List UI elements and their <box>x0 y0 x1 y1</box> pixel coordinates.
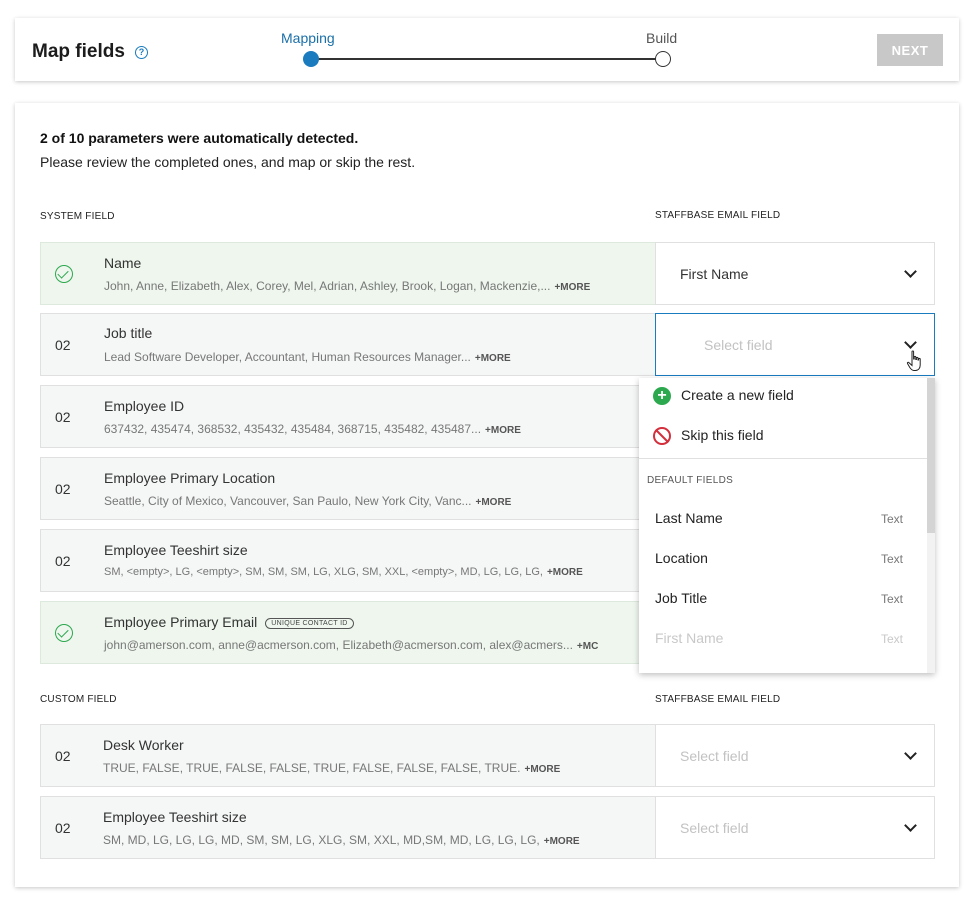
field-select-custom-teeshirt[interactable]: Select field <box>655 796 935 859</box>
option-label: Job Title <box>655 590 708 606</box>
field-title: Employee Teeshirt size <box>104 542 248 558</box>
sample-values: Lead Software Developer, Accountant, Hum… <box>104 350 511 364</box>
dropdown-option-location[interactable]: Location Text <box>639 538 927 578</box>
field-title: Employee Primary Location <box>104 470 276 486</box>
staffbase-field-header: STAFFBASE EMAIL FIELD <box>655 210 781 221</box>
field-row-name: Name John, Anne, Elizabeth, Alex, Corey,… <box>40 242 665 305</box>
row-number: 02 <box>55 481 71 497</box>
option-type: Text <box>880 592 903 606</box>
field-select-name[interactable]: First Name <box>655 242 935 305</box>
sample-values: John, Anne, Elizabeth, Alex, Corey, Mel,… <box>104 279 591 293</box>
selected-field: First Name <box>680 266 749 282</box>
dropdown-option-first-name: First Name Text <box>639 618 927 658</box>
field-title: Desk Worker <box>103 737 184 753</box>
field-title: Job title <box>104 325 153 341</box>
dropdown-option-last-name[interactable]: Last Name Text <box>639 498 927 538</box>
chevron-down-icon[interactable] <box>904 819 917 832</box>
row-number: 02 <box>55 748 71 764</box>
field-row-primary-location: 02 Employee Primary Location Seattle, Ci… <box>40 457 665 520</box>
field-row-job-title: 02 Job title Lead Software Developer, Ac… <box>40 313 665 376</box>
field-placeholder: Select field <box>704 337 773 353</box>
sample-values: john@amerson.com, anne@acmerson.com, Eli… <box>104 638 599 652</box>
more-link[interactable]: +MORE <box>476 497 512 508</box>
field-title: Employee ID <box>104 398 185 414</box>
help-icon[interactable]: ? <box>135 46 148 59</box>
field-row-primary-email: Employee Primary Email UNIQUE CONTACT ID … <box>40 601 665 664</box>
default-fields-header: DEFAULT FIELDS <box>647 475 734 486</box>
option-type: Text <box>880 512 903 526</box>
sample-values: TRUE, FALSE, TRUE, FALSE, FALSE, TRUE, F… <box>103 761 561 775</box>
chevron-down-icon[interactable] <box>904 747 917 760</box>
row-number: 02 <box>55 409 71 425</box>
field-title: Employee Teeshirt size <box>103 809 247 825</box>
plus-circle-icon: + <box>653 387 671 406</box>
step-build-dot[interactable] <box>655 51 671 67</box>
field-row-employee-id: 02 Employee ID 637432, 435474, 368532, 4… <box>40 385 665 448</box>
detection-summary: 2 of 10 parameters were automatically de… <box>40 130 359 146</box>
row-number: 02 <box>55 337 71 353</box>
skip-field-option[interactable]: Skip this field <box>653 427 763 446</box>
field-row-desk-worker: 02 Desk Worker TRUE, FALSE, TRUE, FALSE,… <box>40 724 665 787</box>
sample-values: SM, MD, LG, LG, LG, MD, SM, SM, LG, XLG,… <box>103 833 580 847</box>
sample-values: SM, <empty>, LG, <empty>, SM, SM, SM, LG… <box>104 566 583 578</box>
sample-values: 637432, 435474, 368532, 435432, 435484, … <box>104 422 521 436</box>
field-placeholder: Select field <box>680 820 749 836</box>
field-select-desk-worker[interactable]: Select field <box>655 724 935 787</box>
block-icon <box>653 427 671 446</box>
option-type: Text <box>880 552 903 566</box>
field-dropdown-menu: + Create a new field Skip this field DEFA… <box>639 378 935 673</box>
field-row-teeshirt-size: 02 Employee Teeshirt size SM, <empty>, L… <box>40 529 665 592</box>
check-circle-icon <box>55 265 73 283</box>
more-link[interactable]: +MORE <box>524 764 560 775</box>
option-label: Location <box>655 550 708 566</box>
more-link[interactable]: +MORE <box>485 425 521 436</box>
dropdown-divider <box>639 458 927 459</box>
field-placeholder: Select field <box>680 748 749 764</box>
option-label: Last Name <box>655 510 723 526</box>
more-link[interactable]: +MORE <box>544 836 580 847</box>
row-number: 02 <box>55 553 71 569</box>
stepper-line <box>311 58 663 60</box>
scrollbar-thumb[interactable] <box>927 378 935 533</box>
dropdown-option-job-title[interactable]: Job Title Text <box>639 578 927 618</box>
option-type: Text <box>880 632 903 646</box>
more-link[interactable]: +MORE <box>475 353 511 364</box>
chevron-down-icon[interactable] <box>904 336 917 349</box>
hand-pointer-icon <box>906 350 921 371</box>
dropdown-scrollbar[interactable] <box>927 378 935 673</box>
field-title: Employee Primary Email UNIQUE CONTACT ID <box>104 614 354 630</box>
header-bar: Map fields ? Mapping Build NEXT <box>15 18 959 81</box>
check-circle-icon <box>55 624 73 642</box>
sample-values: Seattle, City of Mexico, Vancouver, San … <box>104 494 512 508</box>
row-number: 02 <box>55 820 71 836</box>
step-build-label[interactable]: Build <box>646 30 677 46</box>
option-label: First Name <box>655 630 724 646</box>
create-new-field-option[interactable]: + Create a new field <box>653 387 794 406</box>
next-button[interactable]: NEXT <box>877 34 943 66</box>
unique-contact-badge: UNIQUE CONTACT ID <box>265 618 354 629</box>
page-title: Map fields <box>32 41 125 62</box>
more-link[interactable]: +MORE <box>554 282 590 293</box>
chevron-down-icon[interactable] <box>904 265 917 278</box>
mapping-card: 2 of 10 parameters were automatically de… <box>15 103 959 887</box>
review-instructions: Please review the completed ones, and ma… <box>40 154 416 170</box>
field-title: Name <box>104 255 142 271</box>
staffbase-field-header-custom: STAFFBASE EMAIL FIELD <box>655 694 781 705</box>
field-row-custom-teeshirt-size: 02 Employee Teeshirt size SM, MD, LG, LG… <box>40 796 665 859</box>
step-mapping-dot[interactable] <box>303 51 319 67</box>
more-link[interactable]: +MORE <box>547 567 583 578</box>
more-link[interactable]: +MC <box>577 641 598 652</box>
system-field-header: SYSTEM FIELD <box>40 211 115 222</box>
custom-field-header: CUSTOM FIELD <box>40 694 117 705</box>
field-select-job-title[interactable]: Select field <box>655 313 935 376</box>
step-mapping-label[interactable]: Mapping <box>281 30 335 46</box>
